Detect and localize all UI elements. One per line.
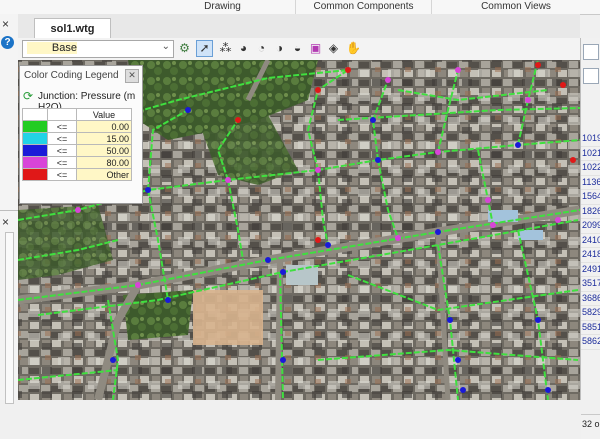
- list-item[interactable]: 2099: [581, 219, 600, 234]
- help-icon[interactable]: ?: [1, 36, 14, 49]
- list-item[interactable]: 1021: [581, 147, 600, 161]
- panel-toggle-icon[interactable]: [583, 44, 599, 60]
- refresh-icon[interactable]: ⟳: [23, 89, 33, 103]
- zoom-out-icon[interactable]: ◔: [253, 40, 270, 57]
- zoom-in-icon[interactable]: ◕: [235, 40, 252, 57]
- list-item[interactable]: 5862: [581, 335, 600, 350]
- share-icon[interactable]: [583, 68, 599, 84]
- zoom-next-icon[interactable]: ◒: [289, 40, 306, 57]
- close-icon[interactable]: ×: [2, 17, 9, 31]
- legend-value: 50.00: [76, 144, 132, 157]
- legend-operator: <=: [47, 120, 77, 133]
- legend-table: Value <= 0.00 <= 15.00 <= 50.00 <= 80.00…: [22, 108, 132, 181]
- legend-swatch: [22, 120, 48, 133]
- list-item[interactable]: 2418: [581, 248, 600, 263]
- legend-value: Other: [76, 168, 132, 181]
- legend-swatch: [22, 132, 48, 145]
- legend-operator: <=: [47, 168, 77, 181]
- legend-swatch: [22, 168, 48, 181]
- legend-row: <= 50.00: [22, 144, 132, 157]
- list-item[interactable]: 5829: [581, 306, 600, 321]
- document-tab-bar: sol1.wtg: [18, 14, 580, 39]
- pan-hand-icon[interactable]: ✋: [345, 40, 362, 57]
- legend-row: <= 0.00: [22, 120, 132, 133]
- chevron-down-icon[interactable]: ⌄: [162, 41, 170, 52]
- scenario-select[interactable]: Base ⌄: [22, 40, 174, 58]
- list-item[interactable]: 3517: [581, 277, 600, 292]
- list-item[interactable]: 1564: [581, 190, 600, 205]
- list-item[interactable]: 3686: [581, 292, 600, 306]
- legend-row: <= 15.00: [22, 132, 132, 145]
- left-dock-panel: × ? ×: [0, 14, 19, 404]
- legend-value: 0.00: [76, 120, 132, 133]
- ribbon-bar: Drawing Common Components Common Views: [0, 0, 600, 15]
- map-toolbar: Base ⌄ ⚙ ➚ ⁂ ◕ ◔ ◑ ◒ ▣ ◈ ✋: [18, 38, 580, 61]
- color-coding-legend: Color Coding Legend ✕ ⟳ Junction: Pressu…: [19, 65, 143, 204]
- legend-row: <= Other: [22, 168, 132, 181]
- list-item[interactable]: 5851: [581, 321, 600, 335]
- select-arrow-icon[interactable]: ➚: [196, 40, 213, 57]
- legend-row: <= 80.00: [22, 156, 132, 169]
- status-count: 32 o: [581, 414, 600, 439]
- legend-swatch: [22, 144, 48, 157]
- ribbon-tab-drawing[interactable]: Drawing: [150, 0, 296, 14]
- legend-value: 15.00: [76, 132, 132, 145]
- close-icon[interactable]: ✕: [125, 69, 139, 83]
- tab-sol1[interactable]: sol1.wtg: [34, 18, 111, 39]
- element-id-list: 1019 1021 1022 1136 1564 1826 2099 2410 …: [581, 132, 600, 350]
- settings-icon[interactable]: ⚙: [176, 40, 193, 57]
- zoom-extents-icon[interactable]: ⁂: [217, 40, 234, 57]
- legend-operator: <=: [47, 132, 77, 145]
- close-icon[interactable]: ×: [2, 215, 9, 229]
- vertical-scrollbar[interactable]: [5, 232, 14, 404]
- ribbon-tab-common-components[interactable]: Common Components: [296, 0, 432, 14]
- zoom-previous-icon[interactable]: ◑: [271, 40, 288, 57]
- ribbon-tab-common-views[interactable]: Common Views: [432, 0, 600, 14]
- scenario-value: Base: [27, 42, 77, 54]
- list-item[interactable]: 2410: [581, 234, 600, 248]
- list-item[interactable]: 2491: [581, 263, 600, 277]
- list-item[interactable]: 1019: [581, 132, 600, 147]
- legend-value-header: Value: [76, 108, 132, 121]
- panel-divider: [0, 210, 18, 211]
- layers-icon[interactable]: ◈: [325, 40, 342, 57]
- zoom-window-icon[interactable]: ▣: [307, 40, 324, 57]
- legend-operator: <=: [47, 156, 77, 169]
- legend-swatch: [22, 156, 48, 169]
- legend-operator: <=: [47, 144, 77, 157]
- list-item[interactable]: 1826: [581, 205, 600, 219]
- list-item[interactable]: 1136: [581, 176, 600, 190]
- legend-value: 80.00: [76, 156, 132, 169]
- list-item[interactable]: 1022: [581, 161, 600, 176]
- right-dock-panel: 1019 1021 1022 1136 1564 1826 2099 2410 …: [580, 38, 600, 439]
- legend-title: Color Coding Legend: [24, 70, 119, 81]
